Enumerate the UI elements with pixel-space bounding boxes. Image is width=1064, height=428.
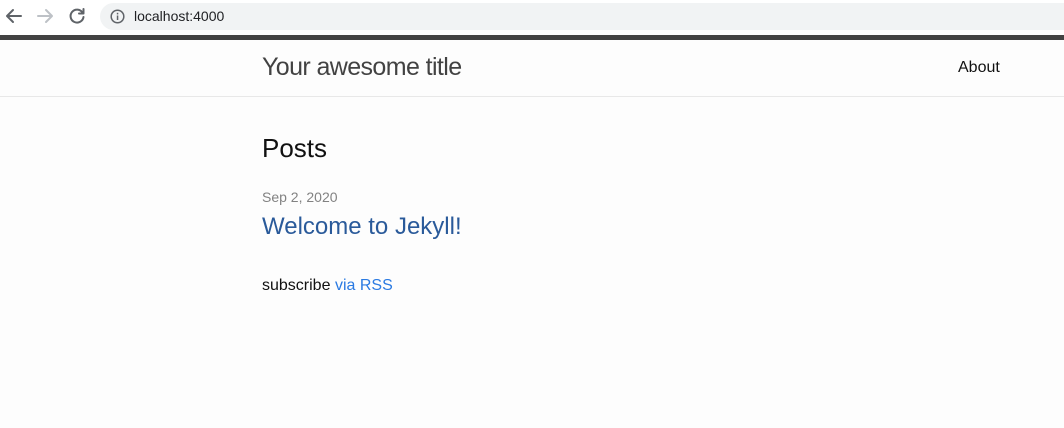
subscribe-line: subscribe via RSS [262,277,393,295]
rss-link[interactable]: via RSS [335,277,393,294]
arrow-left-icon[interactable] [3,5,25,27]
site-header: Your awesome title About [0,40,1064,97]
nav-link-about[interactable]: About [958,59,1000,77]
info-icon[interactable] [110,9,125,24]
page-heading: Posts [262,133,328,163]
address-bar[interactable]: localhost:4000 [100,3,1064,30]
post-title-link[interactable]: Welcome to Jekyll! [262,213,462,241]
post-date: Sep 2, 2020 [262,189,338,205]
site-title-link[interactable]: Your awesome title [262,53,462,82]
reload-icon[interactable] [66,5,88,27]
browser-toolbar: localhost:4000 [0,0,1064,35]
arrow-right-icon[interactable] [34,5,56,27]
subscribe-label: subscribe [262,277,331,294]
url-text: localhost:4000 [134,8,225,24]
